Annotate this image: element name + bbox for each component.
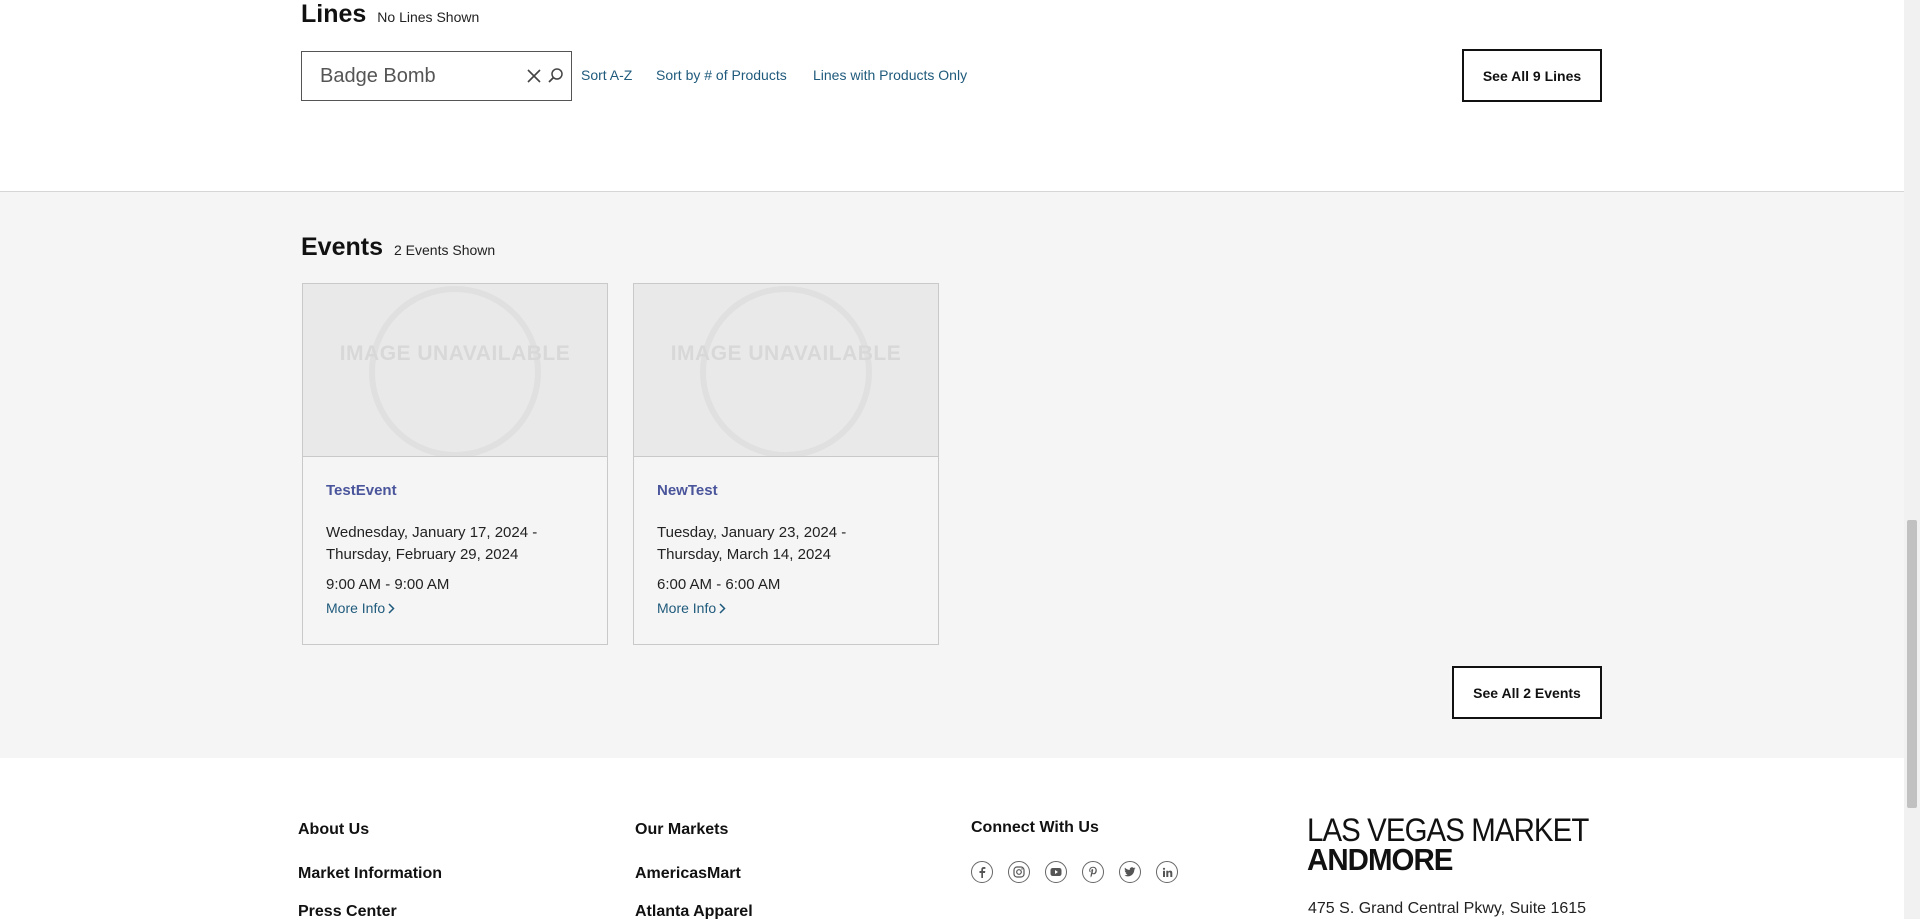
instagram-icon[interactable] (1008, 861, 1030, 883)
event-date-end: Thursday, March 14, 2024 (657, 546, 831, 563)
event-image-placeholder: IMAGE UNAVAILABLE (634, 284, 938, 457)
see-all-lines-button[interactable]: See All 9 Lines (1462, 49, 1602, 102)
events-title: Events (301, 233, 383, 261)
footer-about-heading[interactable]: About Us (298, 821, 369, 839)
lines-count: No Lines Shown (377, 9, 480, 25)
close-icon[interactable] (525, 65, 543, 87)
logo-line-2: ANDMORE (1307, 842, 1453, 877)
footer-address: 475 S. Grand Central Pkwy, Suite 1615 (1308, 900, 1587, 917)
event-card: IMAGE UNAVAILABLE NewTest Tuesday, Janua… (633, 283, 939, 645)
footer-link-americasmart[interactable]: AmericasMart (635, 865, 741, 883)
more-info-label: More Info (657, 600, 717, 616)
footer-connect-heading: Connect With Us (971, 819, 1099, 836)
las-vegas-market-logo[interactable]: LAS VEGAS MARKET ANDMORE (1307, 812, 1597, 877)
chevron-right-icon (719, 602, 726, 614)
event-dates: Tuesday, January 23, 2024 - Thursday, Ma… (657, 522, 927, 566)
event-time: 6:00 AM - 6:00 AM (657, 576, 781, 593)
twitter-icon[interactable] (1119, 861, 1141, 883)
sort-by-products-link[interactable]: Sort by # of Products (656, 67, 787, 83)
event-card: IMAGE UNAVAILABLE TestEvent Wednesday, J… (302, 283, 608, 645)
events-count: 2 Events Shown (393, 242, 496, 258)
event-date-end: Thursday, February 29, 2024 (326, 546, 519, 563)
lines-with-products-link[interactable]: Lines with Products Only (813, 67, 967, 83)
lines-section: Lines No Lines Shown Sort A-Z Sort by # … (0, 0, 1904, 192)
logo-line-1: LAS VEGAS MARKET (1307, 812, 1589, 848)
pinterest-icon[interactable] (1082, 861, 1104, 883)
search-icon[interactable] (547, 66, 565, 86)
lines-header: Lines No Lines Shown (301, 0, 479, 29)
footer-link-market-information[interactable]: Market Information (298, 865, 442, 883)
placeholder-circle (700, 286, 872, 456)
chevron-right-icon (388, 602, 395, 614)
scrollbar-thumb[interactable] (1907, 520, 1917, 808)
lines-search-box (301, 51, 572, 101)
image-unavailable-text: IMAGE UNAVAILABLE (339, 342, 571, 365)
page-scrollbar[interactable] (1904, 0, 1920, 919)
footer (0, 758, 1904, 919)
image-unavailable-text: IMAGE UNAVAILABLE (670, 342, 902, 365)
footer-link-press-center[interactable]: Press Center (298, 903, 397, 919)
event-name-link[interactable]: NewTest (657, 482, 718, 499)
more-info-label: More Info (326, 600, 386, 616)
event-name-link[interactable]: TestEvent (326, 482, 397, 499)
lines-search-input[interactable] (320, 62, 510, 90)
more-info-link[interactable]: More Info (657, 600, 726, 616)
lines-title: Lines (301, 0, 367, 28)
linkedin-icon[interactable] (1156, 861, 1178, 883)
event-date-start: Wednesday, January 17, 2024 - (326, 524, 538, 541)
events-header: Events 2 Events Shown (301, 233, 495, 262)
footer-link-atlanta-apparel[interactable]: Atlanta Apparel (635, 903, 753, 919)
footer-markets-heading[interactable]: Our Markets (635, 821, 728, 839)
see-all-events-button[interactable]: See All 2 Events (1452, 666, 1602, 719)
sort-a-z-link[interactable]: Sort A-Z (581, 67, 632, 83)
page: Lines No Lines Shown Sort A-Z Sort by # … (0, 0, 1904, 919)
event-image-placeholder: IMAGE UNAVAILABLE (303, 284, 607, 457)
more-info-link[interactable]: More Info (326, 600, 395, 616)
events-section (0, 192, 1904, 758)
youtube-icon[interactable] (1045, 861, 1067, 883)
placeholder-circle (369, 286, 541, 456)
event-date-start: Tuesday, January 23, 2024 - (657, 524, 847, 541)
event-dates: Wednesday, January 17, 2024 - Thursday, … (326, 522, 596, 566)
event-time: 9:00 AM - 9:00 AM (326, 576, 450, 593)
facebook-icon[interactable] (971, 861, 993, 883)
